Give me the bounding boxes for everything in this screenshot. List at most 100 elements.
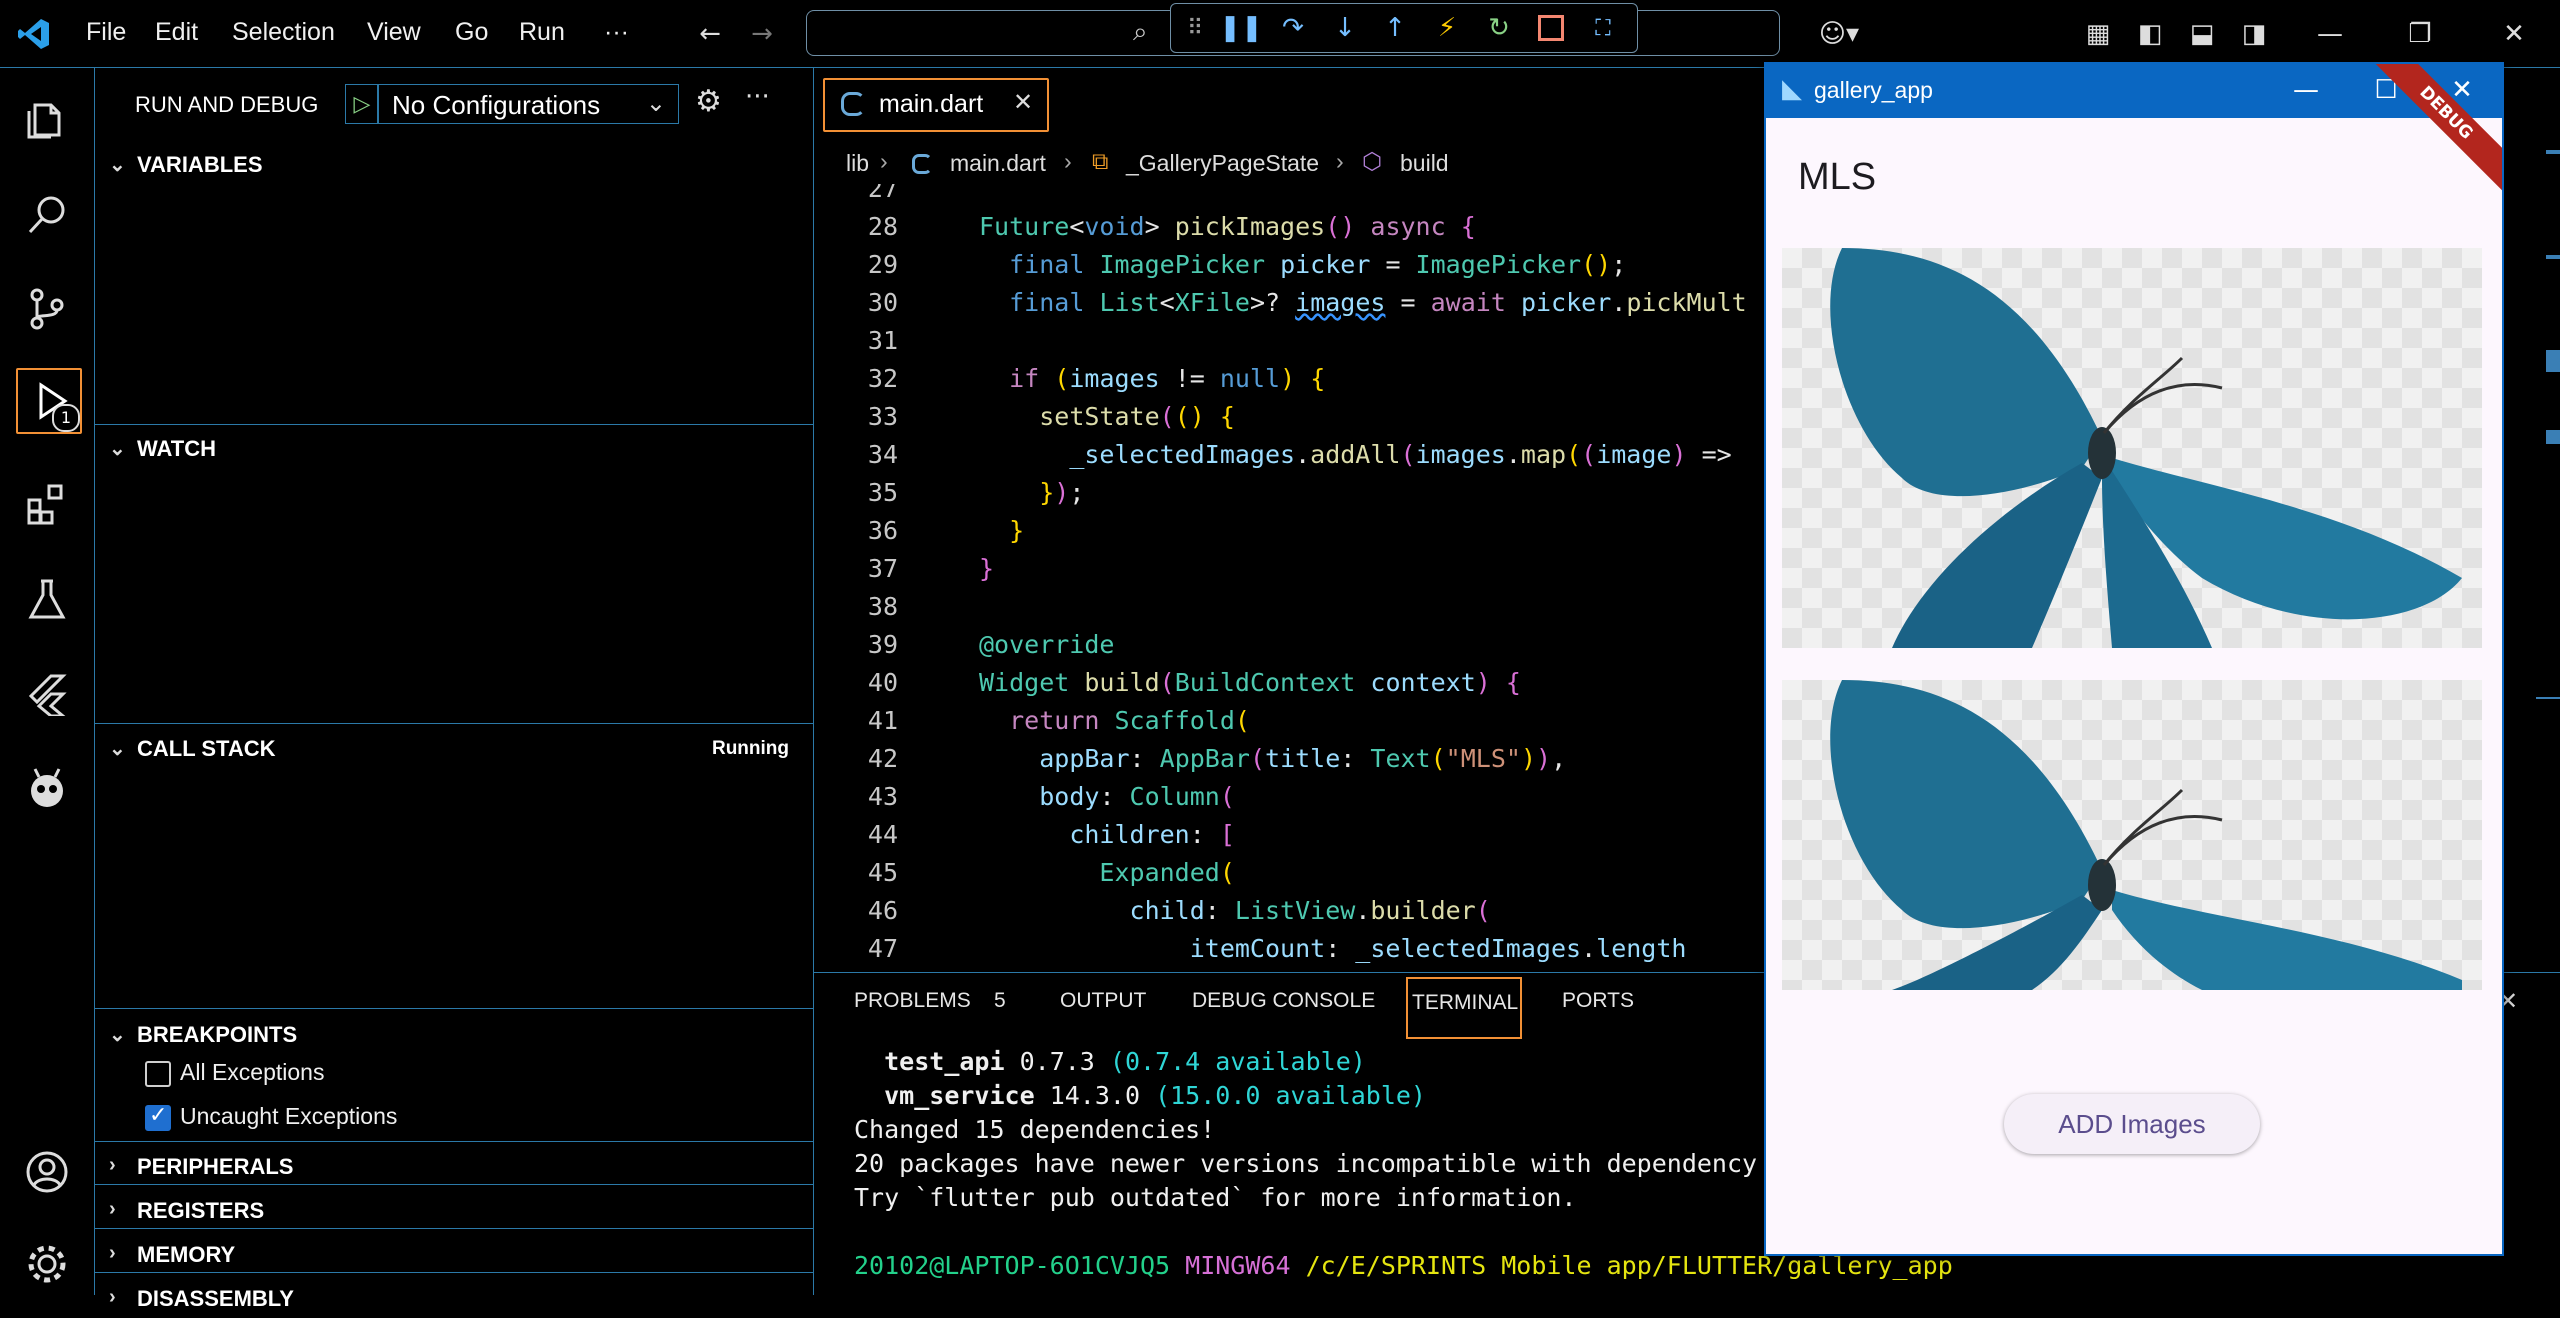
- more-actions-icon[interactable]: ···: [745, 82, 770, 112]
- chevron-down-icon: ⌄: [109, 438, 126, 460]
- flutter-icon[interactable]: [16, 663, 78, 725]
- gallery-image[interactable]: [1782, 680, 2482, 990]
- dart-file-icon: [912, 154, 932, 174]
- pause-icon[interactable]: ❚❚: [1219, 10, 1263, 46]
- all-exceptions-checkbox[interactable]: [145, 1061, 171, 1087]
- prompt-env: MINGW64: [1185, 1251, 1291, 1280]
- terminal-line: Changed 15 dependencies!: [854, 1115, 1216, 1144]
- menu-view[interactable]: View: [367, 18, 421, 47]
- line-number: 44: [867, 820, 898, 849]
- manage-gear-icon[interactable]: [16, 1233, 78, 1295]
- step-into-icon[interactable]: ↓: [1327, 10, 1363, 46]
- breadcrumb-item[interactable]: lib: [846, 150, 869, 177]
- chevron-right-icon: ›: [109, 1242, 116, 1264]
- menu-selection[interactable]: Selection: [232, 18, 335, 47]
- memory-section-header[interactable]: › MEMORY: [95, 1234, 813, 1274]
- code-line: final ImagePicker picker = ImagePicker()…: [1009, 250, 1627, 279]
- minimize-icon[interactable]: —: [2310, 14, 2350, 54]
- uncaught-exceptions-checkbox[interactable]: [145, 1103, 171, 1131]
- variables-section-header[interactable]: ⌄ VARIABLES: [95, 144, 813, 184]
- code-line: if (images != null) {: [1009, 364, 1326, 393]
- testing-icon[interactable]: [16, 568, 78, 630]
- code-line: });: [1039, 478, 1085, 507]
- tab-label: main.dart: [879, 90, 984, 118]
- menu-edit[interactable]: Edit: [155, 18, 198, 47]
- platformio-icon[interactable]: [16, 758, 78, 820]
- forward-arrow-icon[interactable]: →: [742, 14, 782, 54]
- chevron-right-icon: ›: [880, 148, 888, 174]
- toggle-sidebar-icon[interactable]: ◧: [2130, 14, 2170, 54]
- toggle-secondary-sidebar-icon[interactable]: ◨: [2234, 14, 2274, 54]
- close-tab-icon[interactable]: ✕: [1013, 88, 1033, 116]
- tab-main-dart[interactable]: main.dart ✕: [823, 78, 1049, 132]
- restore-icon[interactable]: ❐: [2400, 14, 2440, 54]
- explorer-icon[interactable]: [16, 88, 78, 150]
- terminal-available: (15.0.0 available): [1155, 1081, 1426, 1110]
- search-icon[interactable]: [16, 183, 78, 245]
- title-bar: File Edit Selection View Go Run ··· ← → …: [0, 0, 2560, 68]
- peripherals-section-header[interactable]: › PERIPHERALS: [95, 1146, 813, 1186]
- menu-file[interactable]: File: [86, 18, 126, 47]
- scrollbar-marker: [2546, 150, 2560, 154]
- extensions-icon[interactable]: [16, 473, 78, 535]
- hot-reload-icon[interactable]: ⚡: [1429, 10, 1465, 46]
- chevron-right-icon: ›: [1064, 148, 1072, 174]
- disassembly-section-header[interactable]: › DISASSEMBLY: [95, 1278, 813, 1318]
- run-and-debug-icon[interactable]: 1: [16, 368, 82, 434]
- breadcrumb-item[interactable]: build: [1400, 150, 1449, 177]
- breadcrumb-item[interactable]: _GalleryPageState: [1126, 150, 1319, 177]
- menu-run[interactable]: Run: [519, 18, 565, 47]
- back-arrow-icon[interactable]: ←: [690, 14, 730, 54]
- line-number: 43: [867, 782, 898, 811]
- call-stack-section-header[interactable]: ⌄ CALL STACK Running: [95, 728, 813, 768]
- devtools-icon[interactable]: ⛶: [1585, 10, 1621, 46]
- menu-more[interactable]: ···: [604, 18, 629, 47]
- copilot-icon[interactable]: ☺▾: [1804, 14, 1874, 54]
- customize-layout-icon[interactable]: ▦: [2078, 14, 2118, 54]
- section-divider: [95, 1228, 813, 1229]
- butterfly-image: [1830, 248, 2462, 648]
- drag-handle-icon[interactable]: ⠿: [1177, 10, 1213, 46]
- launch-config-value: No Configurations: [392, 90, 601, 120]
- add-images-button[interactable]: ADD Images: [2004, 1094, 2260, 1154]
- line-number: 29: [867, 250, 898, 279]
- close-window-icon[interactable]: ✕: [2494, 14, 2534, 54]
- breadcrumb-item[interactable]: main.dart: [950, 150, 1046, 177]
- registers-section-header[interactable]: › REGISTERS: [95, 1190, 813, 1230]
- stop-icon[interactable]: [1533, 10, 1569, 46]
- app-bar-title: MLS: [1798, 156, 1877, 198]
- restart-icon[interactable]: ↻: [1481, 10, 1517, 46]
- menu-go[interactable]: Go: [455, 18, 488, 47]
- breakpoints-section-header[interactable]: ⌄ BREAKPOINTS: [95, 1014, 813, 1054]
- code-line: _selectedImages.addAll(images.map((image…: [1069, 440, 1732, 469]
- tab-problems[interactable]: PROBLEMS: [854, 989, 971, 1013]
- open-launch-json-gear-icon[interactable]: ⚙: [695, 84, 722, 119]
- app-minimize-icon[interactable]: —: [2276, 70, 2336, 110]
- terminal-line: test_api 0.7.3 (0.7.4 available): [854, 1047, 1366, 1076]
- step-out-icon[interactable]: ↑: [1377, 10, 1413, 46]
- tab-output[interactable]: OUTPUT: [1060, 989, 1146, 1013]
- step-over-icon[interactable]: ↷: [1275, 10, 1311, 46]
- toggle-panel-icon[interactable]: ⬓: [2182, 14, 2222, 54]
- gallery-image[interactable]: [1782, 248, 2482, 648]
- butterfly-image: [1830, 680, 2462, 990]
- launch-config-select[interactable]: No Configurations ⌄: [377, 84, 679, 124]
- tab-terminal-label: TERMINAL: [1412, 991, 1519, 1014]
- start-debugging-button[interactable]: ▷: [345, 84, 379, 124]
- accounts-icon[interactable]: [16, 1141, 78, 1203]
- line-number: 36: [867, 516, 898, 545]
- section-divider: [95, 723, 813, 724]
- tab-terminal[interactable]: TERMINAL: [1406, 977, 1522, 1039]
- section-divider: [95, 1272, 813, 1273]
- line-number: 30: [867, 288, 898, 317]
- terminal-available: (0.7.4 available): [1109, 1047, 1366, 1076]
- run-and-debug-sidebar: RUN AND DEBUG ▷ No Configurations ⌄ ⚙ ··…: [95, 68, 814, 1311]
- tab-ports[interactable]: PORTS: [1562, 989, 1634, 1013]
- problems-count-badge: 5: [994, 989, 1006, 1012]
- source-control-icon[interactable]: [16, 278, 78, 340]
- watch-section-header[interactable]: ⌄ WATCH: [95, 428, 813, 468]
- flutter-logo-icon: ◣: [1782, 74, 1802, 104]
- code-line: @override: [979, 630, 1115, 659]
- tab-debug-console[interactable]: DEBUG CONSOLE: [1192, 989, 1375, 1013]
- chevron-down-icon: ⌄: [109, 154, 126, 176]
